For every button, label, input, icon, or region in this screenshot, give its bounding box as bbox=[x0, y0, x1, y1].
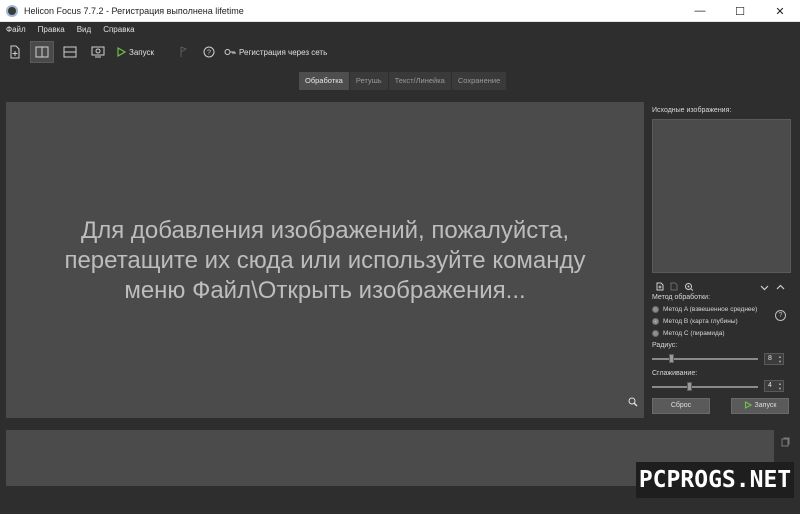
window-controls: — ☐ ✕ bbox=[680, 0, 800, 22]
source-images-list[interactable] bbox=[652, 119, 791, 273]
method-b-label: Метод B (карта глубины) bbox=[663, 318, 738, 325]
chevron-up-icon bbox=[776, 284, 785, 290]
drop-message-line-2: перетащите их сюда или используйте коман… bbox=[64, 247, 586, 274]
tab-processing[interactable]: Обработка bbox=[299, 72, 349, 90]
window-title: Helicon Focus 7.7.2 - Регистрация выполн… bbox=[24, 5, 244, 16]
split-horizontal-icon bbox=[63, 46, 77, 58]
zoom-button[interactable] bbox=[628, 394, 638, 412]
close-button[interactable]: ✕ bbox=[760, 0, 800, 22]
tab-retouch[interactable]: Ретушь bbox=[349, 72, 388, 90]
run-button[interactable]: Запуск bbox=[116, 41, 154, 63]
register-online-button[interactable]: Регистрация через сеть bbox=[224, 41, 327, 63]
drop-message-line-3: меню Файл\Открыть изображения... bbox=[124, 277, 526, 304]
smoothing-spinbox[interactable]: 4 ▲ ▼ bbox=[764, 380, 784, 392]
title-bar: Helicon Focus 7.7.2 - Регистрация выполн… bbox=[0, 0, 800, 22]
mode-tabs: Обработка Ретушь Текст/Линейка Сохранени… bbox=[299, 72, 507, 90]
magnifier-icon bbox=[628, 397, 638, 407]
drop-message: Для добавления изображений, пожалуйста, … bbox=[6, 216, 644, 306]
menu-file[interactable]: Файл bbox=[0, 22, 32, 38]
spin-arrows-icon[interactable]: ▲ ▼ bbox=[778, 381, 782, 391]
radius-value: 8 bbox=[768, 355, 772, 362]
delete-file-icon bbox=[670, 282, 678, 291]
flag-icon bbox=[180, 46, 188, 57]
radio-button[interactable] bbox=[652, 306, 659, 313]
tab-text-ruler[interactable]: Текст/Линейка bbox=[388, 72, 451, 90]
method-b-radio[interactable]: Метод B (карта глубины) bbox=[652, 318, 738, 325]
copy-log-button[interactable] bbox=[781, 434, 790, 452]
method-c-label: Метод C (пирамида) bbox=[663, 330, 725, 337]
method-a-radio[interactable]: Метод A (взвешенное среднее) bbox=[652, 306, 757, 313]
tab-save[interactable]: Сохранение bbox=[451, 72, 507, 90]
radius-label: Радиус: bbox=[652, 342, 678, 349]
radio-button[interactable] bbox=[652, 330, 659, 337]
reset-button[interactable]: Сброс bbox=[652, 398, 710, 414]
radio-button-selected[interactable] bbox=[652, 318, 659, 325]
method-help-icon[interactable]: ? bbox=[775, 310, 786, 321]
play-icon bbox=[117, 47, 126, 57]
copy-icon bbox=[781, 437, 790, 447]
image-drop-area[interactable]: Для добавления изображений, пожалуйста, … bbox=[6, 102, 644, 418]
move-up-button[interactable] bbox=[776, 278, 785, 296]
smoothing-label: Сглаживание: bbox=[652, 370, 698, 377]
drop-message-line-1: Для добавления изображений, пожалуйста, bbox=[80, 217, 570, 244]
panel-run-label: Запуск bbox=[754, 402, 777, 409]
menu-bar: Файл Правка Вид Справка bbox=[0, 22, 800, 38]
screen-button[interactable] bbox=[86, 41, 110, 63]
add-files-button[interactable] bbox=[4, 41, 26, 63]
add-file-icon bbox=[656, 282, 664, 291]
settings-panel: Исходные изображения: Метод обработки: М… bbox=[648, 102, 796, 418]
maximize-button[interactable]: ☐ bbox=[720, 0, 760, 22]
method-a-label: Метод A (взвешенное среднее) bbox=[663, 306, 758, 313]
smoothing-value: 4 bbox=[768, 382, 772, 389]
menu-edit[interactable]: Правка bbox=[32, 22, 71, 38]
panel-run-button[interactable]: Запуск bbox=[731, 398, 789, 414]
method-c-radio[interactable]: Метод C (пирамида) bbox=[652, 330, 725, 337]
help-button[interactable]: ? bbox=[198, 41, 220, 63]
menu-view[interactable]: Вид bbox=[71, 22, 97, 38]
minimize-button[interactable]: — bbox=[680, 0, 720, 22]
watermark: PCPROGS.NET bbox=[636, 462, 794, 498]
help-icon: ? bbox=[203, 46, 215, 58]
split-horizontal-button[interactable] bbox=[58, 41, 82, 63]
radius-spinbox[interactable]: 8 ▲ ▼ bbox=[764, 353, 784, 365]
gear-icon bbox=[685, 283, 694, 291]
method-label: Метод обработки: bbox=[652, 294, 711, 301]
toolbar: Запуск ? Регистрация через сеть bbox=[0, 38, 800, 66]
spin-arrows-icon[interactable]: ▲ ▼ bbox=[778, 354, 782, 364]
move-down-button[interactable] bbox=[760, 278, 769, 296]
split-vertical-icon bbox=[35, 46, 49, 58]
flag-button[interactable] bbox=[172, 41, 194, 63]
menu-help[interactable]: Справка bbox=[97, 22, 140, 38]
svg-text:?: ? bbox=[207, 50, 211, 57]
smoothing-slider-thumb[interactable] bbox=[687, 382, 692, 391]
key-icon bbox=[224, 49, 236, 55]
register-online-label: Регистрация через сеть bbox=[239, 47, 328, 57]
source-images-label: Исходные изображения: bbox=[652, 107, 732, 114]
chevron-down-icon bbox=[760, 285, 769, 291]
split-vertical-button[interactable] bbox=[30, 41, 54, 63]
radius-slider[interactable] bbox=[652, 354, 758, 363]
radius-slider-thumb[interactable] bbox=[669, 354, 674, 363]
play-icon bbox=[744, 401, 752, 410]
smoothing-slider[interactable] bbox=[652, 382, 758, 391]
app-logo-icon bbox=[6, 4, 18, 17]
run-label: Запуск bbox=[129, 47, 155, 57]
add-file-icon bbox=[10, 45, 20, 59]
screen-icon bbox=[91, 46, 105, 58]
